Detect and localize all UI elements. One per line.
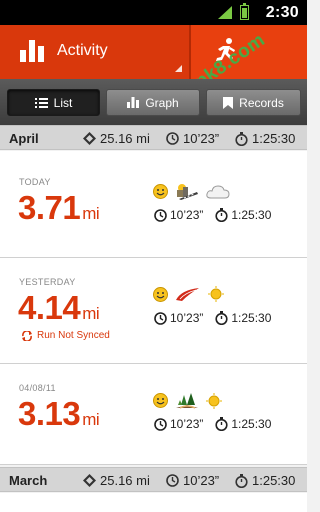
run-date: 04/08/11	[19, 383, 56, 393]
tab-activity[interactable]: Activity	[0, 25, 189, 79]
battery-icon	[240, 3, 249, 20]
tab-activity-label: Activity	[57, 42, 108, 59]
run-distance: 3.71 mi	[18, 189, 100, 226]
distance-icon	[83, 474, 96, 487]
stopwatch-icon	[235, 131, 248, 146]
run-date: YESTERDAY	[19, 277, 76, 287]
run-distance: 3.13 mi	[18, 395, 100, 432]
graph-button-label: Graph	[145, 95, 179, 110]
run-stats: 10’23” 1:25:30	[154, 417, 271, 431]
road-icon	[177, 184, 198, 200]
run-conditions	[153, 183, 237, 200]
run-row-3[interactable]: 04/08/11 3.13 mi 10’23” 1:25:30	[0, 364, 307, 465]
records-button[interactable]: Records	[206, 89, 301, 116]
list-continuation	[0, 493, 307, 512]
month-distance: 25.16 mi	[100, 131, 150, 146]
status-bar: 2:30	[0, 0, 307, 25]
cloud-icon	[206, 185, 230, 199]
run-date: TODAY	[19, 177, 51, 187]
stopwatch-icon	[235, 473, 248, 488]
list-button-label: List	[53, 95, 73, 110]
run-duration: 1:25:30	[231, 417, 272, 431]
track-icon	[176, 287, 199, 301]
graph-icon	[127, 97, 140, 108]
pace-icon	[154, 417, 167, 431]
status-time: 2:30	[265, 4, 299, 21]
month-distance: 25.16 mi	[100, 473, 150, 488]
month-name: April	[9, 131, 39, 146]
tab-divider	[189, 25, 191, 79]
happy-icon	[153, 286, 168, 302]
run-not-synced: Run Not Synced	[21, 330, 110, 341]
happy-icon	[153, 393, 168, 408]
dropdown-corner-icon	[175, 65, 182, 72]
stopwatch-icon	[215, 417, 228, 431]
run-distance: 4.14 mi	[18, 289, 100, 326]
pace-icon	[154, 208, 167, 222]
run-row-2[interactable]: YESTERDAY 4.14 mi Run Not Synced 10’23” 1…	[0, 258, 307, 364]
stopwatch-icon	[215, 311, 228, 325]
sun-icon	[208, 286, 224, 302]
run-conditions	[153, 286, 231, 302]
signal-icon	[218, 6, 232, 19]
records-button-label: Records	[239, 95, 284, 110]
run-stats: 10’23” 1:25:30	[154, 208, 271, 222]
sync-icon	[22, 330, 32, 341]
run-duration: 1:25:30	[231, 208, 272, 222]
pace-icon	[166, 132, 179, 145]
run-pace: 10’23”	[170, 417, 204, 431]
run-stats: 10’23” 1:25:30	[154, 311, 271, 325]
sun-icon	[206, 392, 222, 409]
ribbon-icon	[223, 96, 234, 109]
run-row-1[interactable]: TODAY 3.71 mi 10’23” 1:25:30	[0, 151, 307, 258]
run-pace: 10’23”	[170, 208, 204, 222]
trail-icon	[176, 393, 198, 409]
month-header-april: April 25.16 mi 10’23” 1:25:30	[0, 125, 307, 150]
pace-icon	[166, 474, 179, 487]
run-duration: 1:25:30	[231, 311, 272, 325]
run-pace: 10’23”	[170, 311, 204, 325]
bar-chart-icon	[20, 40, 44, 62]
run-conditions	[153, 392, 229, 409]
month-duration: 1:25:30	[252, 131, 296, 146]
distance-icon	[83, 132, 96, 145]
happy-icon	[153, 184, 168, 199]
month-pace: 10’23”	[183, 131, 220, 146]
list-icon	[34, 97, 48, 108]
view-toggle-bar: List Graph Records	[0, 79, 307, 125]
month-name: March	[9, 473, 48, 488]
pace-icon	[154, 311, 167, 325]
graph-button[interactable]: Graph	[106, 89, 200, 116]
month-header-march: March 25.16 mi 10’23” 1:25:30	[0, 467, 307, 492]
month-duration: 1:25:30	[252, 473, 296, 488]
month-pace: 10’23”	[183, 473, 220, 488]
stopwatch-icon	[215, 208, 228, 222]
list-button[interactable]: List	[7, 89, 100, 116]
sync-status-text: Run Not Synced	[37, 330, 110, 341]
